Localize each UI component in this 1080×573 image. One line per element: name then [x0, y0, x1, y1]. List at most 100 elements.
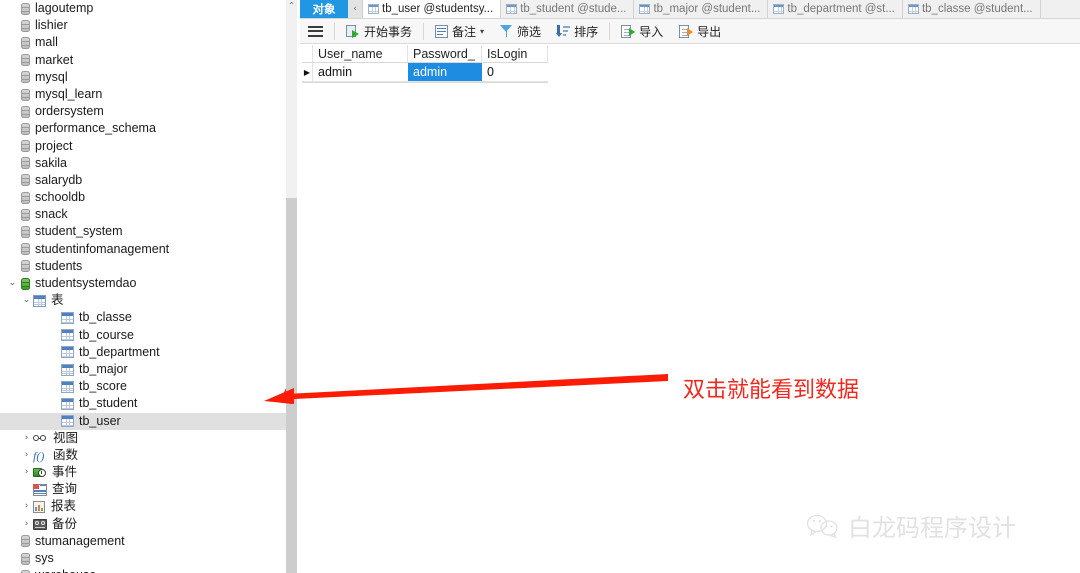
- import-button[interactable]: 导入: [613, 19, 671, 44]
- data-tab-label: tb_major @student...: [653, 3, 761, 15]
- tree-item-label: student_system: [35, 224, 123, 239]
- note-button[interactable]: 备注 ▾: [427, 19, 492, 44]
- data-grid[interactable]: User_name Password_ IsLogin ▶ admin admin 0: [302, 45, 548, 83]
- database-object-tree[interactable]: lagoutemp lishier mall market mysql mysql_lea…: [0, 0, 286, 573]
- tree-item-warehouse[interactable]: warehouse: [0, 567, 286, 573]
- tree-item-tb_course[interactable]: tb_course: [0, 327, 286, 344]
- tab-objects[interactable]: 对象: [300, 0, 348, 18]
- data-tab-label: tb_user @studentsy...: [382, 3, 494, 15]
- tree-item-tb_major[interactable]: tb_major: [0, 361, 286, 378]
- tab-strip[interactable]: 对象 ‹ tb_user @studentsy... tb_student @st…: [300, 0, 1080, 19]
- table-row[interactable]: ▶ admin admin 0: [302, 63, 548, 82]
- tree-item-lagoutemp[interactable]: lagoutemp: [0, 0, 286, 17]
- scroll-up-arrow-icon[interactable]: ⌃: [286, 0, 297, 11]
- tree-item-student_system[interactable]: student_system: [0, 223, 286, 240]
- database-icon: [20, 535, 30, 548]
- data-tab[interactable]: tb_classe @student...: [902, 0, 1041, 18]
- view-icon: [33, 433, 48, 443]
- tree-item-studentinfomanagement[interactable]: studentinfomanagement: [0, 241, 286, 258]
- tab-objects-label: 对象: [312, 4, 336, 16]
- tree-item-schooldb[interactable]: schooldb: [0, 189, 286, 206]
- sort-button[interactable]: 排序: [549, 19, 606, 44]
- tree-item-函数[interactable]: › f() 函数: [0, 447, 286, 464]
- column-header[interactable]: IsLogin: [482, 45, 548, 62]
- data-grid-header-row: User_name Password_ IsLogin: [302, 45, 548, 63]
- tree-item-mall[interactable]: mall: [0, 34, 286, 51]
- tree-item-performance_schema[interactable]: performance_schema: [0, 120, 286, 137]
- tree-item-查询[interactable]: 查询: [0, 481, 286, 498]
- watermark-label: 白龙码程序设计: [848, 514, 1016, 542]
- tree-item-market[interactable]: market: [0, 52, 286, 69]
- data-tab[interactable]: tb_major @student...: [634, 0, 769, 18]
- table-icon: [61, 380, 74, 393]
- tree-item-label: sakila: [35, 155, 67, 170]
- tree-item-sys[interactable]: sys: [0, 550, 286, 567]
- tree-item-sakila[interactable]: sakila: [0, 155, 286, 172]
- export-button[interactable]: 导出: [671, 19, 729, 44]
- database-icon: [20, 260, 30, 273]
- data-tab[interactable]: tb_department @st...: [768, 0, 903, 18]
- table-cell[interactable]: admin: [313, 63, 408, 81]
- export-label: 导出: [697, 24, 722, 39]
- grid-toolbar[interactable]: 开始事务 备注 ▾ 筛选 排序 导入 导出: [300, 19, 1080, 44]
- tree-item-salarydb[interactable]: salarydb: [0, 172, 286, 189]
- tree-item-报表[interactable]: › 报表: [0, 498, 286, 515]
- tree-item-tb_student[interactable]: tb_student: [0, 395, 286, 412]
- chevron-down-icon[interactable]: ⌄: [6, 275, 19, 292]
- chevron-right-icon[interactable]: ›: [20, 430, 33, 447]
- tree-item-表[interactable]: ⌄ 表: [0, 292, 286, 309]
- tree-item-备份[interactable]: › 备份: [0, 516, 286, 533]
- database-icon: [20, 71, 30, 84]
- begin-transaction-button[interactable]: 开始事务: [338, 19, 420, 44]
- tree-item-视图[interactable]: › 视图: [0, 430, 286, 447]
- tree-item-students[interactable]: students: [0, 258, 286, 275]
- column-header[interactable]: User_name: [313, 45, 408, 62]
- tree-item-tb_department[interactable]: tb_department: [0, 344, 286, 361]
- table-cell[interactable]: 0: [482, 63, 548, 81]
- tree-item-snack[interactable]: snack: [0, 206, 286, 223]
- chevron-down-icon[interactable]: ▾: [480, 27, 484, 36]
- tree-item-mysql_learn[interactable]: mysql_learn: [0, 86, 286, 103]
- filter-label: 筛选: [517, 24, 542, 39]
- table-icon: [61, 363, 74, 376]
- tree-item-事件[interactable]: › 事件: [0, 464, 286, 481]
- tree-item-label: stumanagement: [35, 533, 125, 548]
- tree-item-tb_classe[interactable]: tb_classe: [0, 309, 286, 326]
- chevron-right-icon[interactable]: ›: [20, 516, 33, 533]
- chevron-right-icon[interactable]: ›: [20, 464, 33, 481]
- tree-item-ordersystem[interactable]: ordersystem: [0, 103, 286, 120]
- table-icon: [368, 4, 379, 14]
- tree-item-tb_score[interactable]: tb_score: [0, 378, 286, 395]
- row-marker-icon: ▶: [302, 63, 313, 81]
- table-icon: [61, 329, 74, 342]
- tree-item-label: tb_course: [79, 327, 134, 342]
- tree-item-label: mall: [35, 35, 58, 50]
- table-icon: [639, 4, 651, 14]
- table-cell[interactable]: admin: [408, 63, 482, 81]
- chevron-down-icon[interactable]: ⌄: [20, 292, 33, 309]
- tree-item-label: tb_score: [79, 379, 127, 394]
- filter-icon: [500, 25, 513, 37]
- tab-scroll-prev-button[interactable]: ‹: [348, 0, 363, 18]
- tree-item-stumanagement[interactable]: stumanagement: [0, 533, 286, 550]
- database-icon: [20, 277, 30, 290]
- scrollbar-thumb[interactable]: [286, 198, 297, 573]
- database-icon: [20, 88, 30, 101]
- tree-item-lishier[interactable]: lishier: [0, 17, 286, 34]
- tree-item-mysql[interactable]: mysql: [0, 69, 286, 86]
- chevron-right-icon[interactable]: ›: [20, 447, 33, 464]
- chevron-right-icon[interactable]: ›: [20, 498, 33, 515]
- menu-button[interactable]: [300, 19, 331, 44]
- data-tab[interactable]: tb_student @stude...: [501, 0, 635, 18]
- sidebar-vertical-scrollbar[interactable]: ⌃: [286, 0, 297, 573]
- database-icon: [20, 174, 30, 187]
- transaction-icon: [346, 24, 360, 38]
- tree-item-tb_user[interactable]: tb_user: [0, 412, 286, 430]
- data-grid-body[interactable]: ▶ admin admin 0: [302, 63, 548, 82]
- tree-item-project[interactable]: project: [0, 138, 286, 155]
- tree-item-label: tb_major: [79, 361, 128, 376]
- tree-item-studentsystemdao[interactable]: ⌄ studentsystemdao: [0, 275, 286, 292]
- filter-button[interactable]: 筛选: [492, 19, 549, 44]
- data-tab[interactable]: tb_user @studentsy...: [363, 0, 502, 18]
- column-header[interactable]: Password_: [408, 45, 482, 62]
